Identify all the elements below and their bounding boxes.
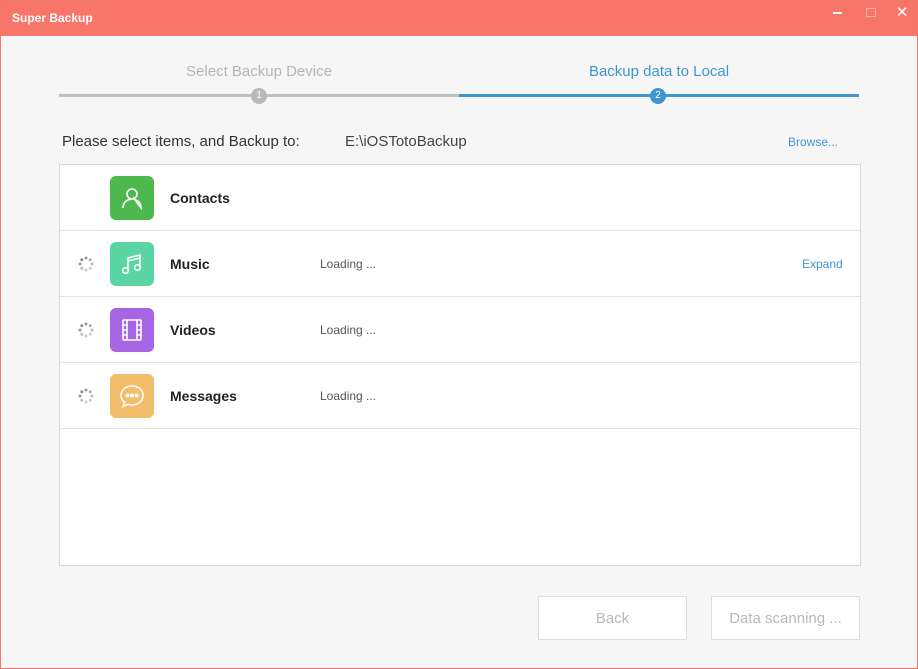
contacts-icon [110,176,154,220]
step-1-label: Select Backup Device [186,63,332,80]
app-window: Super Backup ✕ Select Backup Device Back… [0,0,918,669]
back-button[interactable]: Back [538,596,687,640]
list-item-contacts[interactable]: Contacts [60,165,860,231]
step-2-marker: 2 [650,88,666,104]
item-name: Music [170,256,210,272]
expand-link[interactable]: Expand [802,257,843,271]
backup-path: E:\iOSTotoBackup [345,133,467,150]
item-status: Loading ... [320,323,377,337]
loading-spinner-icon [78,256,94,272]
list-item-videos[interactable]: Videos Loading ... [60,297,860,363]
item-name: Videos [170,322,216,338]
title-bar[interactable]: Super Backup ✕ [1,1,917,36]
list-item-music[interactable]: Music Loading ... Expand [60,231,860,297]
step-1-marker: 1 [251,88,267,104]
loading-spinner-icon [78,388,94,404]
loading-spinner-icon [78,322,94,338]
list-item-messages[interactable]: Messages Loading ... [60,363,860,429]
maximize-button[interactable] [857,1,885,23]
minimize-button[interactable] [823,1,851,23]
maximize-icon [866,7,876,17]
item-name: Contacts [170,190,230,206]
item-name: Messages [170,388,237,404]
backup-items-list: Contacts Music Loading ... Expand Videos… [59,164,861,566]
close-icon: ✕ [895,4,909,21]
music-note-icon [110,242,154,286]
minimize-icon [832,12,842,14]
step-2-label: Backup data to Local [588,63,730,80]
data-scanning-button[interactable]: Data scanning ... [711,596,860,640]
backup-prompt: Please select items, and Backup to: [62,133,300,150]
window-title: Super Backup [12,11,93,25]
item-status: Loading ... [320,257,377,271]
close-button[interactable]: ✕ [888,1,916,23]
browse-link[interactable]: Browse... [788,135,838,149]
item-status: Loading ... [320,389,377,403]
chat-bubble-icon [110,374,154,418]
film-icon [110,308,154,352]
